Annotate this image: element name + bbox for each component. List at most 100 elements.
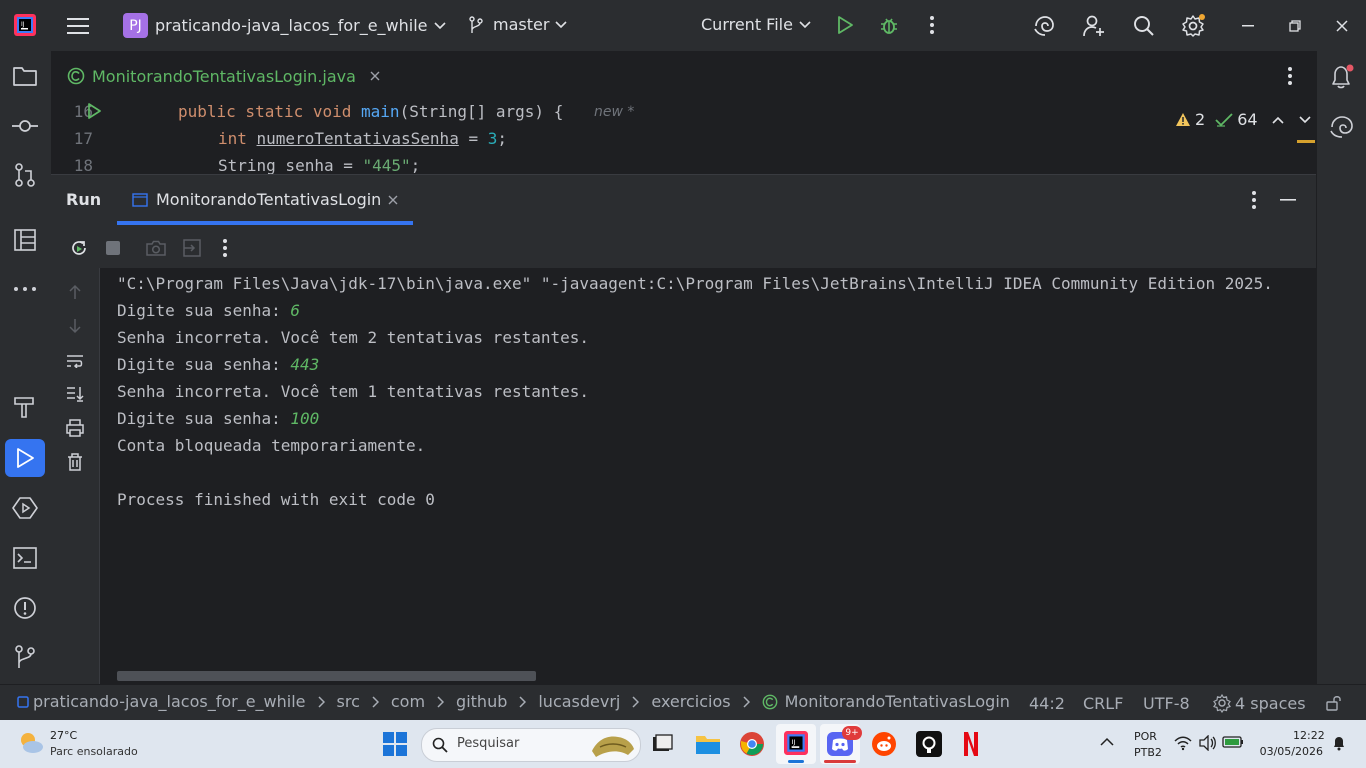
breadcrumb-item[interactable]: github <box>456 692 507 711</box>
breadcrumb-item[interactable]: src <box>337 692 360 711</box>
console-command-line: "C:\Program Files\Java\jdk-17\bin\java.e… <box>117 274 1273 293</box>
scroll-to-end-icon[interactable] <box>63 382 87 406</box>
console-output[interactable]: "C:\Program Files\Java\jdk-17\bin\java.e… <box>100 268 1316 684</box>
project-name: praticando-java_lacos_for_e_while <box>155 16 428 35</box>
notification-center-icon[interactable] <box>1332 735 1346 751</box>
git-icon[interactable] <box>10 643 40 671</box>
horizontal-scrollbar[interactable] <box>117 671 536 681</box>
more-vertical-icon[interactable] <box>1278 64 1302 88</box>
camera-icon[interactable] <box>144 236 168 260</box>
windows-start-icon[interactable] <box>383 732 407 756</box>
chrome-icon[interactable] <box>739 731 765 757</box>
status-bar: praticando-java_lacos_for_e_while src co… <box>0 684 1366 721</box>
chevron-right-icon <box>743 695 750 708</box>
arrow-up-icon[interactable] <box>63 280 87 304</box>
hide-panel-icon[interactable] <box>1276 188 1300 212</box>
breadcrumb-item[interactable]: praticando-java_lacos_for_e_while <box>33 692 306 711</box>
build-hammer-icon[interactable] <box>10 393 40 421</box>
more-vertical-icon[interactable] <box>213 236 237 260</box>
pull-requests-icon[interactable] <box>10 161 40 189</box>
git-branch-icon <box>468 15 484 34</box>
minimize-icon[interactable] <box>1236 14 1260 38</box>
arrow-down-icon[interactable] <box>63 314 87 338</box>
soft-wrap-icon[interactable] <box>63 349 87 373</box>
battery-icon[interactable] <box>1222 735 1244 749</box>
java-class-icon <box>67 67 85 85</box>
run-tab[interactable]: MonitorandoTentativasLogin <box>117 175 413 226</box>
stop-icon[interactable] <box>101 236 125 260</box>
left-tool-strip <box>0 51 52 684</box>
volume-icon[interactable] <box>1199 735 1217 751</box>
task-view-icon[interactable] <box>651 733 673 755</box>
ai-assistant-icon[interactable] <box>1030 12 1058 40</box>
intellij-logo-icon[interactable]: IJ <box>14 14 36 36</box>
run-config-selector[interactable]: Current File <box>701 15 811 34</box>
console-line: Digite sua senha: 6 <box>117 301 301 320</box>
weather-desc[interactable]: Parc ensolarado <box>50 745 138 758</box>
close-icon[interactable] <box>1330 14 1354 38</box>
print-icon[interactable] <box>63 416 87 440</box>
github-icon[interactable] <box>916 731 942 757</box>
more-tools-icon[interactable] <box>10 277 40 301</box>
more-vertical-icon[interactable] <box>1242 188 1266 212</box>
problems-icon[interactable] <box>10 594 40 622</box>
run-gutter-icon[interactable] <box>87 103 101 119</box>
chevron-down-icon[interactable] <box>1298 115 1311 124</box>
weather-temp[interactable]: 27°C <box>50 729 77 742</box>
project-folder-icon[interactable] <box>10 63 40 89</box>
chevron-up-icon[interactable] <box>1100 737 1114 747</box>
chevron-up-icon[interactable] <box>1271 116 1284 124</box>
project-selector[interactable]: PJ praticando-java_lacos_for_e_while <box>123 13 446 38</box>
run-tool-icon[interactable] <box>5 439 45 477</box>
breadcrumb-item[interactable]: lucasdevrj <box>538 692 620 711</box>
branch-selector[interactable]: master <box>468 15 567 34</box>
windows-taskbar: 27°C Parc ensolarado Pesquisar IJ 9+ POR… <box>0 720 1366 768</box>
notifications-bell-icon[interactable] <box>1327 63 1357 91</box>
commit-icon[interactable] <box>10 113 40 139</box>
language-top[interactable]: POR <box>1134 730 1157 743</box>
terminal-icon[interactable] <box>10 544 40 572</box>
indent-label: 4 spaces <box>1235 693 1306 713</box>
trash-icon[interactable] <box>63 450 87 474</box>
main-menu-icon[interactable] <box>64 12 92 40</box>
services-icon[interactable] <box>10 494 40 522</box>
restore-layout-icon[interactable] <box>180 236 204 260</box>
breadcrumb-item[interactable]: MonitorandoTentativasLogin <box>785 692 1010 711</box>
clock-time[interactable]: 12:22 <box>1293 729 1325 742</box>
add-user-icon[interactable] <box>1080 12 1108 40</box>
code-vision-hint[interactable]: new * <box>594 104 634 120</box>
reddit-icon[interactable] <box>871 731 897 757</box>
intellij-taskbar-button[interactable]: IJ <box>776 724 816 764</box>
editor-tab[interactable]: MonitorandoTentativasLogin.java <box>51 51 380 101</box>
restore-icon[interactable] <box>1283 14 1307 38</box>
structure-icon[interactable] <box>10 226 40 254</box>
close-tab-icon[interactable] <box>370 71 380 81</box>
settings-gear-icon[interactable] <box>1179 12 1207 40</box>
breadcrumb-item[interactable]: exercicios <box>651 692 730 711</box>
run-icon[interactable] <box>833 13 857 37</box>
weather-icon[interactable] <box>18 730 44 756</box>
line-separator[interactable]: CRLF <box>1083 694 1123 713</box>
discord-taskbar-button[interactable]: 9+ <box>820 724 862 764</box>
indent-setting[interactable]: 4 spaces <box>1212 693 1306 713</box>
more-vertical-icon[interactable] <box>920 13 944 37</box>
debug-icon[interactable] <box>876 13 902 37</box>
clock-date[interactable]: 03/05/2026 <box>1259 745 1323 758</box>
search-icon[interactable] <box>1130 12 1158 40</box>
code-editor[interactable]: 16 public static void main(String[] args… <box>51 101 1316 174</box>
title-bar: IJ PJ praticando-java_lacos_for_e_while … <box>0 0 1366 51</box>
wifi-icon[interactable] <box>1174 735 1192 751</box>
console-line: Conta bloqueada temporariamente. <box>117 436 426 455</box>
inspection-widget[interactable]: 2 64 <box>1175 110 1311 129</box>
file-explorer-icon[interactable] <box>695 732 721 756</box>
close-tab-icon[interactable] <box>388 195 398 205</box>
rerun-icon[interactable] <box>67 236 91 260</box>
caret-position[interactable]: 44:2 <box>1029 694 1065 713</box>
language-bottom[interactable]: PTB2 <box>1134 746 1162 759</box>
breadcrumb-item[interactable]: com <box>391 692 425 711</box>
unlock-icon[interactable] <box>1323 692 1345 714</box>
netflix-icon[interactable] <box>962 731 980 757</box>
file-encoding[interactable]: UTF-8 <box>1143 694 1190 713</box>
ai-chat-icon[interactable] <box>1327 113 1357 141</box>
taskbar-search[interactable]: Pesquisar <box>421 728 641 762</box>
